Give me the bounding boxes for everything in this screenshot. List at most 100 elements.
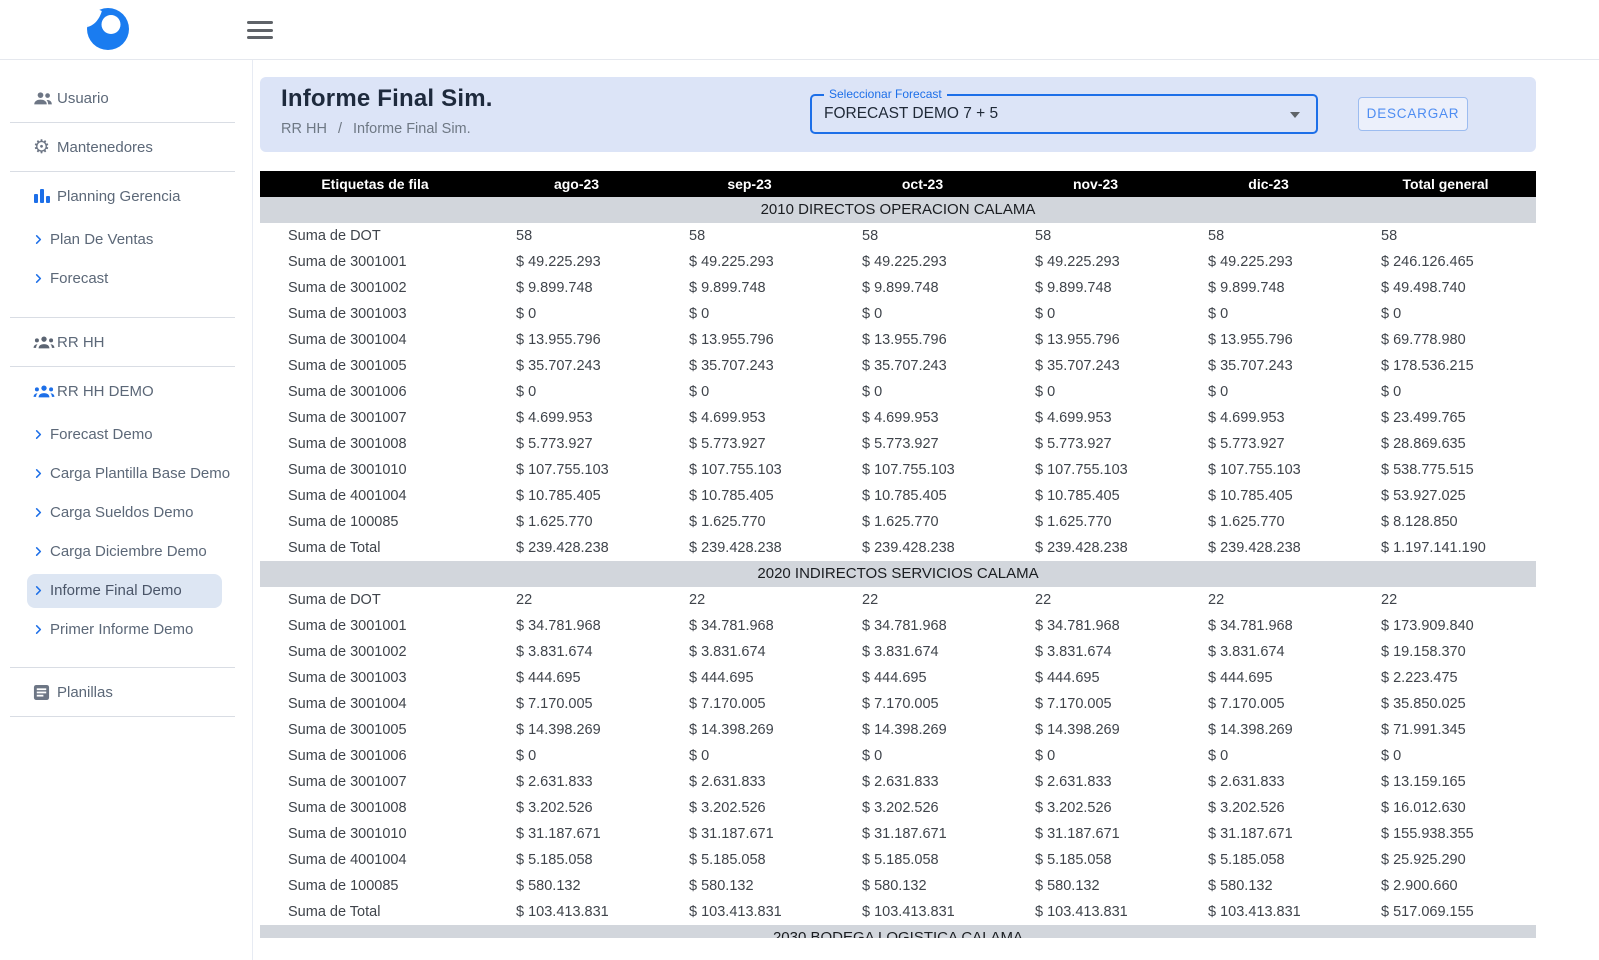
cell-value: $ 28.869.635: [1381, 436, 1466, 452]
cell-value: $ 13.955.796: [689, 332, 774, 348]
cell-value: $ 14.398.269: [1208, 722, 1293, 738]
sidebar-item-forecast-demo[interactable]: Forecast Demo: [0, 415, 252, 454]
cell-value: $ 580.132: [689, 878, 754, 894]
cell-value: $ 35.707.243: [862, 358, 947, 374]
app-logo[interactable]: [85, 6, 131, 52]
cell-value: $ 5.773.927: [516, 436, 593, 452]
cell-value: $ 1.625.770: [689, 514, 766, 530]
bar-chart-icon: [33, 188, 57, 204]
cell-value: $ 2.631.833: [1035, 774, 1112, 790]
cell-value: $ 49.225.293: [689, 254, 774, 270]
table-row: Suma de Total $ 239.428.238 $ 239.428.238 $…: [260, 535, 1536, 561]
cell-value: $ 3.202.526: [862, 800, 939, 816]
cell-value: $ 9.899.748: [689, 280, 766, 296]
sidebar-item-label: Informe Final Demo: [50, 582, 182, 599]
spreadsheet-icon: [33, 684, 57, 701]
cell-value: $ 35.707.243: [1208, 358, 1293, 374]
cell-value: $ 9.899.748: [1208, 280, 1285, 296]
cell-value: $ 444.695: [1035, 670, 1100, 686]
sidebar-item-carga-sueldos-demo[interactable]: Carga Sueldos Demo: [0, 493, 252, 532]
team-icon: [33, 335, 57, 350]
cell-value: $ 14.398.269: [689, 722, 774, 738]
cell-value: $ 3.831.674: [1208, 644, 1285, 660]
sidebar-item-planillas[interactable]: Planillas: [0, 668, 252, 716]
dropdown-arrow-icon: [1290, 112, 1300, 118]
sidebar-item-rr-hh-demo[interactable]: RR HH DEMO: [0, 367, 252, 415]
cell-value: $ 5.185.058: [516, 852, 593, 868]
sidebar-item-label: Forecast Demo: [50, 426, 153, 443]
cell-value: $ 103.413.831: [1035, 904, 1128, 920]
sidebar-item-label: Planillas: [57, 683, 113, 701]
breadcrumb-parent[interactable]: RR HH: [281, 121, 327, 137]
column-header: Etiquetas de fila: [321, 176, 429, 192]
menu-icon[interactable]: [247, 21, 273, 39]
row-label: Suma de 3001003: [288, 670, 407, 686]
sidebar-item-carga-plantilla-base-demo[interactable]: Carga Plantilla Base Demo: [0, 454, 252, 493]
forecast-select[interactable]: Seleccionar Forecast FORECAST DEMO 7 + 5: [810, 87, 1318, 134]
cell-value: $ 49.225.293: [1035, 254, 1120, 270]
pivot-table: Etiquetas de fila ago-23 sep-23 oct-23 nov-2…: [260, 171, 1536, 938]
cell-value: $ 103.413.831: [862, 904, 955, 920]
cell-value: $ 25.925.290: [1381, 852, 1466, 868]
sidebar-item-primer-informe-demo[interactable]: Primer Informe Demo: [0, 610, 252, 649]
sidebar-item-informe-final-demo[interactable]: Informe Final Demo: [27, 573, 222, 608]
cell-value: $ 3.202.526: [1208, 800, 1285, 816]
sidebar-item-rr-hh[interactable]: RR HH: [0, 318, 252, 366]
cell-value: $ 0: [516, 384, 537, 400]
cell-value: $ 49.225.293: [862, 254, 947, 270]
sidebar-item-planning-gerencia[interactable]: Planning Gerencia: [0, 172, 252, 220]
row-label: Suma de 3001004: [288, 332, 407, 348]
sidebar-item-mantenedores[interactable]: ⚙ Mantenedores: [0, 123, 252, 171]
sidebar-item-label: Mantenedores: [57, 138, 153, 156]
chevron-right-icon: [33, 546, 50, 557]
cell-value: $ 239.428.238: [1208, 540, 1301, 556]
cell-value: $ 14.398.269: [1035, 722, 1120, 738]
cell-value: $ 5.773.927: [689, 436, 766, 452]
cell-value: 58: [689, 228, 706, 244]
row-label: Suma de 3001008: [288, 436, 407, 452]
cell-value: $ 35.707.243: [516, 358, 601, 374]
cell-value: $ 5.185.058: [689, 852, 766, 868]
cell-value: $ 0: [862, 748, 883, 764]
row-label: Suma de 3001003: [288, 306, 407, 322]
cell-value: 22: [516, 592, 533, 608]
cell-value: $ 580.132: [1035, 878, 1100, 894]
breadcrumb: RR HH / Informe Final Sim.: [281, 121, 471, 137]
sidebar-item-forecast[interactable]: Forecast: [0, 259, 252, 298]
row-label: Suma de 3001005: [288, 358, 407, 374]
table-row: Suma de 3001007 $ 2.631.833 $ 2.631.833 $ 2…: [260, 769, 1536, 795]
sidebar-item-usuario[interactable]: Usuario: [0, 74, 252, 122]
cell-value: $ 538.775.515: [1381, 462, 1474, 478]
table-row: Suma de DOT 22 22 22 22 22 22: [260, 587, 1536, 613]
section-banner: 2030 BODEGA LOGISTICA CALAMA: [260, 925, 1536, 938]
cell-value: $ 173.909.840: [1381, 618, 1474, 634]
cell-value: $ 3.202.526: [689, 800, 766, 816]
download-button[interactable]: DESCARGAR: [1358, 97, 1468, 131]
table-row: Suma de 3001006 $ 0 $ 0 $ 0 $ 0 $ 0 $ 0: [260, 379, 1536, 405]
cell-value: $ 0: [1208, 748, 1229, 764]
cell-value: $ 2.631.833: [862, 774, 939, 790]
breadcrumb-separator: /: [337, 121, 342, 137]
cell-value: $ 34.781.968: [689, 618, 774, 634]
row-label: Suma de 3001008: [288, 800, 407, 816]
cell-value: $ 23.499.765: [1381, 410, 1466, 426]
cell-value: $ 5.185.058: [862, 852, 939, 868]
cell-value: $ 4.699.953: [689, 410, 766, 426]
row-label: Suma de 3001007: [288, 410, 407, 426]
sidebar-item-plan-de-ventas[interactable]: Plan De Ventas: [0, 220, 252, 259]
cell-value: $ 5.773.927: [862, 436, 939, 452]
table-row: Suma de DOT 58 58 58 58 58 58: [260, 223, 1536, 249]
cell-value: 58: [516, 228, 533, 244]
sidebar-item-carga-diciembre-demo[interactable]: Carga Diciembre Demo: [0, 532, 252, 571]
cell-value: $ 5.185.058: [1208, 852, 1285, 868]
cell-value: $ 31.187.671: [1035, 826, 1120, 842]
cell-value: $ 2.900.660: [1381, 878, 1458, 894]
sidebar-item-label: RR HH: [57, 333, 105, 351]
logo-icon: [87, 8, 129, 50]
cell-value: $ 31.187.671: [862, 826, 947, 842]
cell-value: $ 4.699.953: [516, 410, 593, 426]
cell-value: $ 13.955.796: [862, 332, 947, 348]
cell-value: $ 7.170.005: [1035, 696, 1112, 712]
cell-value: $ 7.170.005: [689, 696, 766, 712]
cell-value: $ 517.069.155: [1381, 904, 1474, 920]
